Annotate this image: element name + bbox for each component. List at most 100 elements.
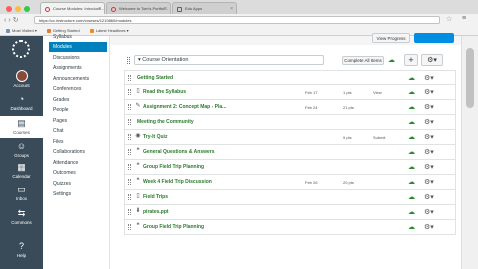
course-nav-discussions[interactable]: Discussions xyxy=(49,53,107,63)
item-settings-gear-icon[interactable]: ⚙▾ xyxy=(424,163,434,171)
module-title[interactable]: ▾ Course Orientation xyxy=(134,55,324,65)
reload-icon[interactable]: ↻ xyxy=(13,17,21,24)
drag-handle-icon[interactable] xyxy=(128,179,131,185)
canvas-logo-icon[interactable] xyxy=(12,40,30,58)
course-nav-chat[interactable]: Chat xyxy=(49,126,107,136)
published-check-icon[interactable]: ☁ xyxy=(408,148,415,156)
global-nav-inbox[interactable]: ▭ Inbox xyxy=(0,184,43,201)
item-settings-gear-icon[interactable]: ⚙▾ xyxy=(424,223,434,231)
drag-handle-icon[interactable] xyxy=(128,209,131,215)
item-settings-gear-icon[interactable]: ⚙▾ xyxy=(424,103,434,111)
course-nav-conferences[interactable]: Conferences xyxy=(49,84,107,94)
drag-handle-icon[interactable] xyxy=(127,57,130,64)
close-tab-icon[interactable]: × xyxy=(230,6,233,12)
course-nav-files[interactable]: Files xyxy=(49,137,107,147)
course-nav-pages[interactable]: Pages xyxy=(49,116,107,126)
module-item-title[interactable]: pirates.ppt xyxy=(143,209,169,215)
module-settings-gear-button[interactable]: ⚙▾ xyxy=(421,54,443,66)
global-nav-account[interactable]: Account xyxy=(0,70,43,88)
course-nav-collaborations[interactable]: Collaborations xyxy=(49,147,107,157)
drag-handle-icon[interactable] xyxy=(128,75,131,81)
item-settings-gear-icon[interactable]: ⚙▾ xyxy=(424,88,434,96)
module-item-row[interactable]: ❝ Week 4 Field Trip Discussion Feb 26 20… xyxy=(124,175,456,190)
close-tab-icon[interactable]: × xyxy=(164,6,167,12)
published-check-icon[interactable]: ☁ xyxy=(408,118,415,126)
published-check-icon[interactable]: ☁ xyxy=(408,163,415,171)
drag-handle-icon[interactable] xyxy=(128,194,131,200)
published-check-icon[interactable]: ☁ xyxy=(408,103,415,111)
address-bar[interactable]: https://cc.instructure.com/courses/12198… xyxy=(34,16,440,24)
module-item-title[interactable]: Week 4 Field Trip Discussion xyxy=(143,179,212,185)
module-item-row[interactable]: ✎ Assignment 2: Concept Map - Pla... Feb… xyxy=(124,100,456,115)
module-item-title[interactable]: Read the Syllabus xyxy=(143,89,186,95)
close-window-button[interactable] xyxy=(6,6,12,12)
global-nav-groups[interactable]: ☺ Groups xyxy=(0,141,43,158)
global-nav-help[interactable]: ? Help xyxy=(0,241,43,258)
global-nav-dashboard[interactable]: ◔ Dashboard xyxy=(0,94,43,111)
item-settings-gear-icon[interactable]: ⚙▾ xyxy=(424,208,434,216)
module-item-row[interactable]: ▯ Read the Syllabus Feb 17 1 pts View ☁ … xyxy=(124,85,456,100)
drag-handle-icon[interactable] xyxy=(128,164,131,170)
item-settings-gear-icon[interactable]: ⚙▾ xyxy=(424,118,434,126)
module-item-title[interactable]: Meeting the Community xyxy=(137,119,194,125)
module-item-title[interactable]: Assignment 2: Concept Map - Pla... xyxy=(143,104,226,110)
course-nav-quizzes[interactable]: Quizzes xyxy=(49,179,107,189)
module-item-row[interactable]: ❝ General Questions & Answers ☁ ⚙▾ xyxy=(124,145,456,160)
published-check-icon[interactable]: ☁ xyxy=(408,74,415,82)
module-item-row[interactable]: Getting Started ☁ ⚙▾ xyxy=(124,70,456,85)
course-nav-outcomes[interactable]: Outcomes xyxy=(49,168,107,178)
module-item-row[interactable]: ❝ Group Field Trip Planning ☁ ⚙▾ xyxy=(124,220,456,235)
published-check-icon[interactable]: ☁ xyxy=(408,223,415,231)
published-check-icon[interactable]: ☁ xyxy=(408,193,415,201)
page-scrollbar[interactable] xyxy=(461,36,478,269)
published-check-icon[interactable]: ☁ xyxy=(408,88,415,96)
module-item-title[interactable]: Field Trips xyxy=(143,194,168,200)
drag-handle-icon[interactable] xyxy=(128,104,131,110)
add-module-button[interactable] xyxy=(414,33,454,43)
item-settings-gear-icon[interactable]: ⚙▾ xyxy=(424,193,434,201)
published-check-icon[interactable]: ☁ xyxy=(408,178,415,186)
published-check-icon[interactable]: ☁ xyxy=(408,133,415,141)
complete-all-items-button[interactable]: Complete All Items xyxy=(342,56,384,65)
published-check-icon[interactable]: ☁ xyxy=(388,56,395,64)
module-item-title[interactable]: General Questions & Answers xyxy=(143,149,215,155)
module-item-row[interactable]: ▯ Field Trips ☁ ⚙▾ xyxy=(124,190,456,205)
minimize-window-button[interactable] xyxy=(15,6,21,12)
global-nav-courses[interactable]: ▤ Courses xyxy=(0,116,43,138)
module-item-title[interactable]: Group Field Trip Planning xyxy=(143,224,204,230)
module-item-row[interactable]: ⬇ pirates.ppt ☁ ⚙▾ xyxy=(124,205,456,220)
item-settings-gear-icon[interactable]: ⚙▾ xyxy=(424,74,434,82)
drag-handle-icon[interactable] xyxy=(128,89,131,95)
course-nav-attendance[interactable]: Attendance xyxy=(49,158,107,168)
course-nav-grades[interactable]: Grades xyxy=(49,95,107,105)
item-settings-gear-icon[interactable]: ⚙▾ xyxy=(424,178,434,186)
browser-menu-icon[interactable]: ≡ xyxy=(462,15,466,22)
course-nav-assignments[interactable]: Assignments xyxy=(49,63,107,73)
bookmark-star-icon[interactable]: ☆ xyxy=(446,15,452,23)
item-settings-gear-icon[interactable]: ⚙▾ xyxy=(424,148,434,156)
global-nav-calendar[interactable]: ▦ Calendar xyxy=(0,162,43,179)
course-nav-settings[interactable]: Settings xyxy=(49,189,107,199)
drag-handle-icon[interactable] xyxy=(128,224,131,230)
module-item-row[interactable]: Meeting the Community ☁ ⚙▾ xyxy=(124,115,456,130)
module-item-title[interactable]: Group Field Trip Planning xyxy=(143,164,204,170)
view-progress-button[interactable]: View Progress xyxy=(372,33,410,43)
module-item-row[interactable]: ❝ Group Field Trip Planning ☁ ⚙▾ xyxy=(124,160,456,175)
module-item-title[interactable]: Getting Started xyxy=(137,75,173,81)
course-nav-syllabus[interactable]: Syllabus xyxy=(49,32,107,42)
drag-handle-icon[interactable] xyxy=(128,149,131,155)
item-settings-gear-icon[interactable]: ⚙▾ xyxy=(424,133,434,141)
course-nav-people[interactable]: People xyxy=(49,105,107,115)
add-item-button[interactable]: + xyxy=(404,54,418,66)
scrollbar-thumb[interactable] xyxy=(466,48,474,108)
maximize-window-button[interactable] xyxy=(24,6,30,12)
bookmark-most-visited[interactable]: Most Visited ▾ xyxy=(6,28,37,33)
global-nav-commons[interactable]: ⇆ Commons xyxy=(0,208,43,225)
drag-handle-icon[interactable] xyxy=(128,134,131,140)
module-item-row[interactable]: ◉ Try-It Quiz 9 pts Submit ☁ ⚙▾ xyxy=(124,130,456,145)
module-item-title[interactable]: Try-It Quiz xyxy=(143,134,167,140)
drag-handle-icon[interactable] xyxy=(128,119,131,125)
published-check-icon[interactable]: ☁ xyxy=(408,208,415,216)
close-tab-icon[interactable]: × xyxy=(98,6,101,12)
course-nav-announcements[interactable]: Announcements xyxy=(49,74,107,84)
